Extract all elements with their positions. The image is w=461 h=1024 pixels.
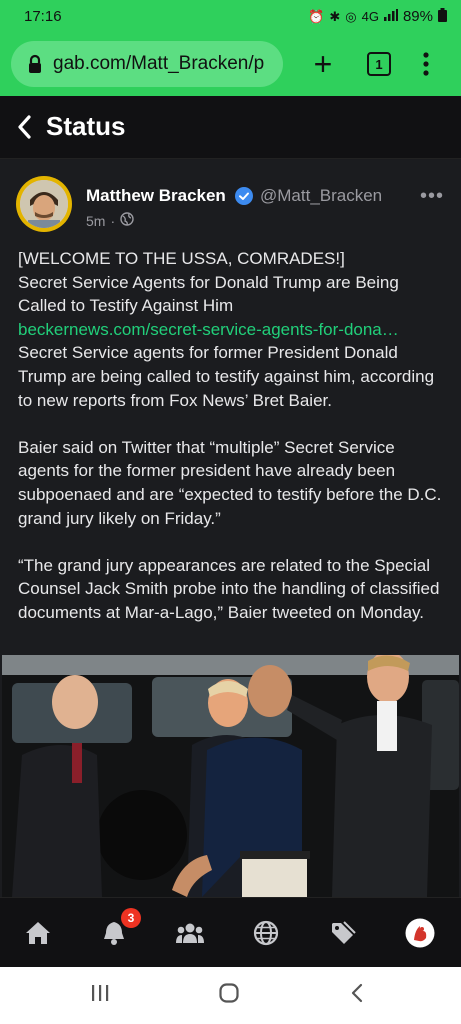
verified-badge-icon <box>235 187 253 210</box>
post-link[interactable]: beckernews.com/secret-service-agents-for… <box>18 318 448 342</box>
tags-icon[interactable] <box>328 918 358 948</box>
address-bar[interactable]: gab.com/Matt_Bracken/p <box>11 41 283 87</box>
author-avatar[interactable] <box>16 176 72 232</box>
tab-count: 1 <box>367 52 391 76</box>
home-button-icon[interactable] <box>219 983 239 1008</box>
meta-separator: · <box>110 212 116 229</box>
recent-apps-icon[interactable] <box>91 983 109 1008</box>
clock: 17:16 <box>24 8 62 25</box>
battery-percent: 89% <box>402 8 433 25</box>
post-paragraph-1: Secret Service agents for former Preside… <box>18 343 435 410</box>
browser-toolbar: gab.com/Matt_Bracken/p + 1 <box>0 34 461 96</box>
post-meta: 5m · <box>86 212 134 229</box>
status-bar: 17:16 ⏰ ✱ ◎ 4G 89% <box>0 0 461 34</box>
globe-visibility-icon <box>120 212 134 229</box>
bottom-navigation: 3 <box>0 897 461 968</box>
author-handle[interactable]: @Matt_Bracken <box>260 186 382 206</box>
alarm-icon: ⏰ <box>308 8 325 24</box>
page-title: Status <box>46 111 126 141</box>
post-paragraph-3: “The grand jury appearances are related … <box>18 555 440 622</box>
system-icons: ⏰ ✱ ◎ 4G 89% <box>308 8 447 25</box>
explore-globe-icon[interactable] <box>251 918 281 948</box>
groups-icon[interactable] <box>175 918 205 948</box>
lock-icon <box>27 54 43 74</box>
home-icon[interactable] <box>23 918 53 948</box>
system-navigation-bar <box>0 967 461 1024</box>
browser-menu-icon[interactable] <box>414 46 438 82</box>
signal-icon <box>383 9 398 24</box>
url-text: gab.com/Matt_Bracken/p <box>53 53 265 74</box>
back-arrow-icon[interactable] <box>16 114 32 145</box>
tab-switcher-button[interactable]: 1 <box>364 46 394 82</box>
bluetooth-icon: ✱ <box>329 8 341 24</box>
post-article-title: Secret Service Agents for Donald Trump a… <box>18 272 399 316</box>
network-4g-icon: 4G <box>361 9 379 24</box>
notification-count-badge: 3 <box>121 908 141 928</box>
page-header: Status <box>0 96 461 159</box>
post-body: [WELCOME TO THE USSA, COMRADES!] Secret … <box>18 247 448 625</box>
post-paragraph-2: Baier said on Twitter that “multiple” Se… <box>18 437 442 528</box>
author-name[interactable]: Matthew Bracken <box>86 186 226 206</box>
more-options-icon[interactable]: ••• <box>420 185 444 208</box>
post-time[interactable]: 5m <box>86 213 105 229</box>
battery-icon <box>438 8 447 25</box>
post-card: Matthew Bracken @Matt_Bracken ••• 5m · [… <box>0 159 461 897</box>
post-image[interactable] <box>2 655 459 897</box>
hotspot-icon: ◎ <box>345 8 357 24</box>
profile-avatar[interactable] <box>405 918 435 948</box>
post-headline: [WELCOME TO THE USSA, COMRADES!] <box>18 249 345 268</box>
back-button-icon[interactable] <box>350 983 364 1008</box>
avatar-photo <box>20 180 68 228</box>
new-tab-button[interactable]: + <box>306 46 340 82</box>
